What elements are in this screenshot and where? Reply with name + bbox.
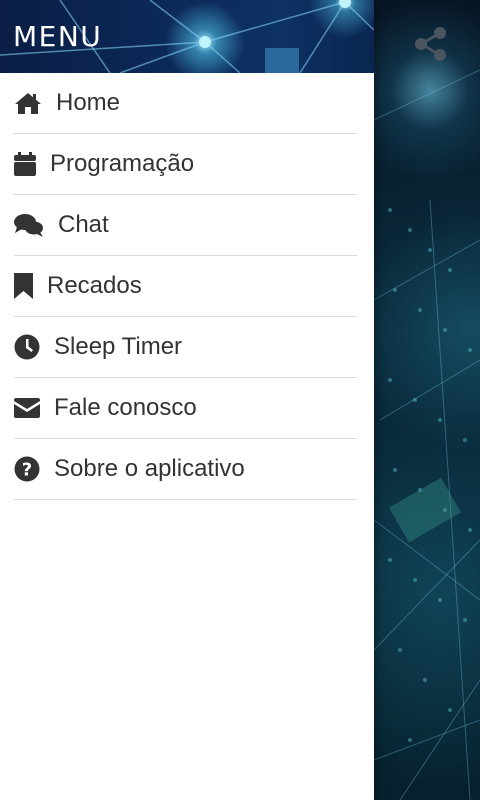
menu-list: Home Programação Chat Recados Sleep Time… (0, 73, 374, 500)
menu-item-label: Chat (58, 211, 109, 238)
drawer-header: MENU (0, 0, 374, 73)
calendar-icon (14, 152, 36, 176)
menu-item-label: Recados (47, 272, 142, 299)
navigation-drawer: MENU Home Programação Chat Recados Sleep… (0, 0, 374, 800)
share-icon (415, 27, 446, 61)
menu-item-home[interactable]: Home (14, 73, 357, 134)
menu-item-sleep-timer[interactable]: Sleep Timer (14, 317, 357, 378)
menu-item-chat[interactable]: Chat (14, 195, 357, 256)
menu-item-label: Sobre o aplicativo (54, 455, 245, 482)
menu-item-label: Programação (50, 150, 195, 177)
chat-bubbles-icon (14, 213, 44, 237)
menu-item-sobre-o-aplicativo[interactable]: ? Sobre o aplicativo (14, 439, 357, 500)
menu-item-label: Sleep Timer (54, 333, 183, 360)
question-circle-icon: ? (14, 456, 40, 482)
home-icon (14, 91, 42, 115)
menu-item-programacao[interactable]: Programação (14, 134, 357, 195)
share-button[interactable] (414, 26, 456, 68)
menu-item-fale-conosco[interactable]: Fale conosco (14, 378, 357, 439)
clock-icon (14, 334, 40, 360)
bookmark-icon (14, 273, 33, 299)
envelope-icon (14, 398, 40, 418)
menu-item-label: Home (56, 89, 121, 116)
svg-text:?: ? (22, 460, 32, 481)
menu-item-recados[interactable]: Recados (14, 256, 357, 317)
drawer-title: MENU (13, 20, 103, 53)
menu-item-label: Fale conosco (54, 394, 197, 421)
